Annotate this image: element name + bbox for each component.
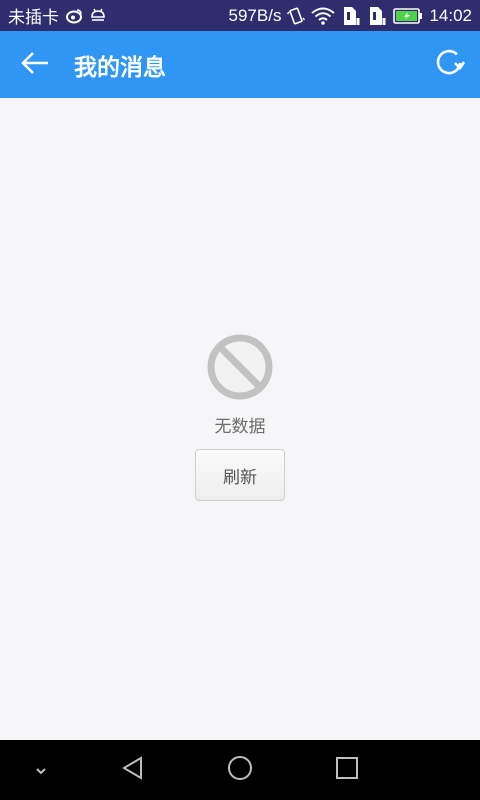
chevron-down-icon [34,761,48,780]
back-triangle-icon [120,755,146,785]
navigation-bar [0,740,480,800]
screen: 未插卡 597B/s 14:02 我的消息 无数据 刷新 [0,0,480,800]
network-speed-text: 597B/s [228,5,282,25]
empty-state: 无数据 刷新 [0,334,480,501]
sim1-icon [341,6,361,26]
home-circle-icon [226,754,254,786]
vibrate-icon [287,6,306,26]
page-title: 我的消息 [74,54,166,81]
arrow-left-icon [20,51,50,79]
wifi-icon [311,7,336,25]
nav-home-button[interactable] [215,740,265,800]
battery-charging-icon [393,7,423,24]
refresh-icon [433,47,466,83]
nav-collapse-button[interactable] [24,740,58,800]
refresh-button[interactable]: 刷新 [195,449,285,501]
back-button[interactable] [0,31,70,98]
content-area: 无数据 刷新 [0,98,480,740]
sim2-icon [367,6,387,26]
status-left: 未插卡 [8,3,107,28]
clock-text: 14:02 [429,5,472,25]
nav-back-button[interactable] [108,740,158,800]
nav-recents-button[interactable] [322,740,372,800]
status-bar: 未插卡 597B/s 14:02 [0,0,480,31]
weibo-icon [65,8,83,24]
refresh-top-button[interactable] [432,48,466,82]
recents-square-icon [334,755,360,785]
no-data-icon [207,334,273,400]
status-right: 597B/s 14:02 [229,6,472,26]
android-debug-icon [89,8,107,24]
empty-message: 无数据 [214,417,266,437]
app-bar: 我的消息 [0,31,480,98]
carrier-text: 未插卡 [8,8,59,27]
